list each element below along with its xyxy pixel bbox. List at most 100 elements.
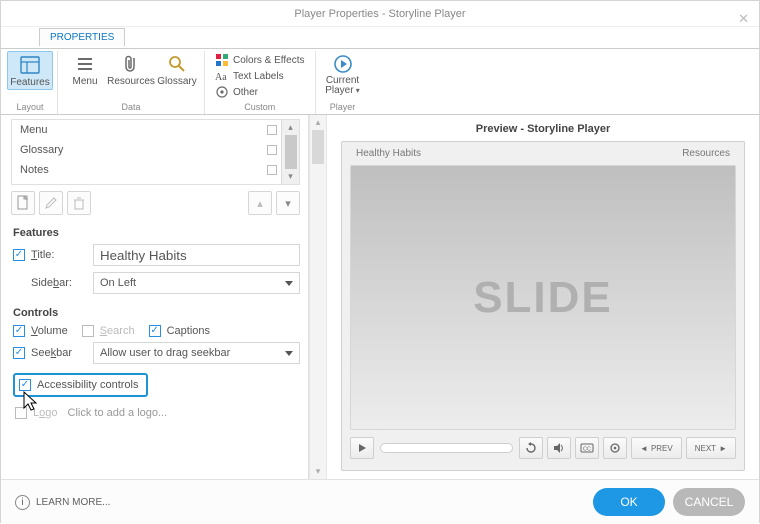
features-heading: Features bbox=[13, 227, 308, 239]
play-circle-icon bbox=[332, 53, 354, 75]
ribbon-glossary-label: Glossary bbox=[157, 76, 196, 87]
document-icon bbox=[16, 195, 30, 211]
ribbon-resources-button[interactable]: Resources bbox=[108, 51, 154, 88]
ribbon-group-player-label: Player bbox=[330, 101, 356, 114]
right-pane: Preview - Storyline Player Healthy Habit… bbox=[327, 115, 759, 479]
chevron-down-icon: ▾ bbox=[285, 197, 291, 210]
edit-tab-button[interactable] bbox=[39, 191, 63, 215]
title-input[interactable] bbox=[93, 244, 300, 266]
captions-icon: CC bbox=[580, 443, 594, 453]
logo-checkbox[interactable]: Logo bbox=[15, 407, 58, 419]
seekbar-select[interactable]: Allow user to drag seekbar bbox=[93, 342, 300, 364]
scroll-thumb[interactable] bbox=[312, 130, 324, 164]
checkbox-square[interactable] bbox=[267, 145, 277, 155]
tabs-list-scrollbar[interactable]: ▴ ▾ bbox=[281, 120, 299, 184]
close-icon[interactable]: ✕ bbox=[738, 6, 749, 32]
delete-tab-button[interactable] bbox=[67, 191, 91, 215]
scroll-thumb[interactable] bbox=[285, 135, 297, 169]
cancel-button[interactable]: CANCEL bbox=[673, 488, 745, 516]
volume-checkbox[interactable]: Volume bbox=[13, 325, 68, 337]
move-down-button[interactable]: ▾ bbox=[276, 191, 300, 215]
ribbon-group-data-label: Data bbox=[121, 101, 140, 114]
chevron-down-icon bbox=[285, 351, 293, 356]
left-pane: Menu Glossary Notes ▴ ▾ ▴ bbox=[1, 115, 309, 479]
menu-icon bbox=[74, 53, 96, 75]
search-checkbox[interactable]: Search bbox=[82, 325, 135, 337]
new-tab-button[interactable] bbox=[11, 191, 35, 215]
volume-button[interactable] bbox=[547, 437, 571, 459]
preview-seekbar[interactable] bbox=[380, 443, 513, 453]
captions-checkbox[interactable]: Captions bbox=[149, 325, 210, 337]
seekbar-checkbox[interactable] bbox=[13, 347, 25, 359]
footer: i LEARN MORE... OK CANCEL bbox=[1, 479, 759, 524]
text-icon: Aa bbox=[215, 69, 229, 83]
scroll-up-icon[interactable]: ▴ bbox=[316, 117, 321, 128]
replay-button[interactable] bbox=[519, 437, 543, 459]
ok-button[interactable]: OK bbox=[593, 488, 665, 516]
move-up-button[interactable]: ▴ bbox=[248, 191, 272, 215]
tabstrip: PROPERTIES bbox=[1, 27, 759, 49]
play-icon bbox=[358, 443, 367, 453]
gear-icon bbox=[215, 85, 229, 99]
ribbon-group-player: Current Player ▾ Player bbox=[316, 51, 370, 114]
slide-placeholder-text: SLIDE bbox=[473, 273, 613, 323]
checkbox-square[interactable] bbox=[267, 165, 277, 175]
paperclip-icon bbox=[120, 53, 142, 75]
ribbon-current-player-button[interactable]: Current Player ▾ bbox=[320, 51, 366, 97]
trash-icon bbox=[72, 196, 86, 210]
scroll-up-icon[interactable]: ▴ bbox=[288, 122, 293, 133]
settings-button[interactable] bbox=[603, 437, 627, 459]
title-label: Title: bbox=[31, 249, 93, 261]
ribbon-menu-button[interactable]: Menu bbox=[62, 51, 108, 88]
main-area: Menu Glossary Notes ▴ ▾ ▴ bbox=[1, 115, 759, 479]
chevron-left-icon: ◄ bbox=[640, 444, 648, 453]
player-tabs-list[interactable]: Menu Glossary Notes ▴ ▾ bbox=[11, 119, 300, 185]
next-button[interactable]: NEXT► bbox=[686, 437, 736, 459]
scroll-down-icon[interactable]: ▾ bbox=[316, 466, 321, 477]
logo-hint[interactable]: Click to add a logo... bbox=[68, 407, 168, 419]
preview-project-title: Healthy Habits bbox=[356, 148, 421, 159]
captions-button[interactable]: CC bbox=[575, 437, 599, 459]
chevron-down-icon bbox=[285, 281, 293, 286]
titlebar: Player Properties - Storyline Player ✕ bbox=[1, 1, 759, 27]
volume-icon bbox=[553, 442, 565, 454]
features-icon bbox=[19, 54, 41, 76]
window-title: Player Properties - Storyline Player bbox=[294, 8, 465, 20]
scroll-down-icon[interactable]: ▾ bbox=[288, 171, 293, 182]
ribbon-group-layout-label: Layout bbox=[16, 101, 43, 114]
learn-more-link[interactable]: i LEARN MORE... bbox=[15, 495, 110, 510]
accessibility-checkbox-highlight: Accessibility controls bbox=[13, 373, 148, 397]
checkbox-square[interactable] bbox=[267, 125, 277, 135]
ribbon-resources-label: Resources bbox=[107, 76, 155, 87]
ribbon-group-custom-label: Custom bbox=[244, 101, 275, 114]
ribbon-other[interactable]: Other bbox=[215, 85, 258, 99]
chevron-right-icon: ► bbox=[719, 444, 727, 453]
ribbon-colors-effects[interactable]: Colors & Effects bbox=[215, 53, 305, 67]
palette-icon bbox=[215, 53, 229, 67]
ribbon-glossary-button[interactable]: Glossary bbox=[154, 51, 200, 88]
play-button[interactable] bbox=[350, 437, 374, 459]
chevron-up-icon: ▴ bbox=[257, 197, 263, 210]
prev-button[interactable]: ◄PREV bbox=[631, 437, 682, 459]
ribbon-features-button[interactable]: Features bbox=[7, 51, 53, 90]
svg-text:Aa: Aa bbox=[215, 72, 227, 83]
pencil-icon bbox=[44, 196, 58, 210]
ribbon-text-labels[interactable]: Aa Text Labels bbox=[215, 69, 284, 83]
title-checkbox[interactable] bbox=[13, 249, 25, 261]
ribbon: Features Layout Menu Resources bbox=[1, 49, 759, 115]
gear-icon bbox=[609, 442, 621, 454]
ribbon-group-layout: Features Layout bbox=[7, 51, 58, 114]
sidebar-label: Sidebar: bbox=[31, 277, 93, 289]
accessibility-checkbox[interactable] bbox=[19, 379, 31, 391]
controls-heading: Controls bbox=[13, 307, 308, 319]
preview-player-bar: CC ◄PREV NEXT► bbox=[350, 434, 736, 462]
sidebar-select[interactable]: On Left bbox=[93, 272, 300, 294]
list-item[interactable]: Menu bbox=[12, 120, 281, 140]
preview-resources-link[interactable]: Resources bbox=[682, 148, 730, 159]
svg-text:CC: CC bbox=[583, 447, 591, 453]
tab-properties[interactable]: PROPERTIES bbox=[39, 28, 125, 46]
accessibility-label: Accessibility controls bbox=[37, 379, 138, 391]
list-item[interactable]: Notes bbox=[12, 160, 281, 180]
list-item[interactable]: Glossary bbox=[12, 140, 281, 160]
left-scrollbar[interactable]: ▴ ▾ bbox=[309, 115, 327, 479]
